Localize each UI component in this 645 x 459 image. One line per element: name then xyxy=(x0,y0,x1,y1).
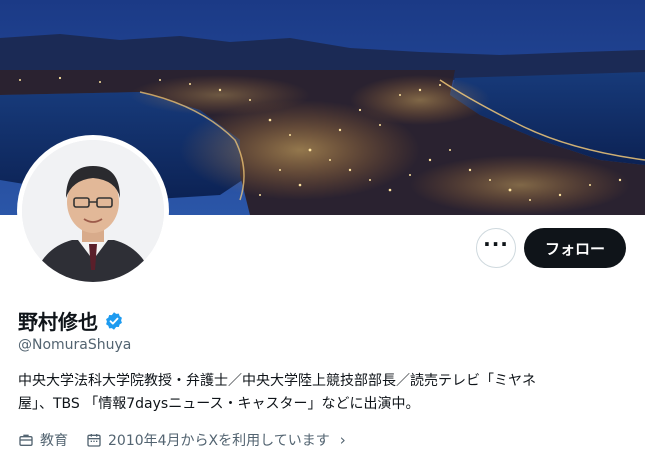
bio-line: 屋」、TBS 「情報7daysニュース・キャスター」などに出演中。 xyxy=(18,396,420,412)
profile-bio: 中央大学法科大学院教授・弁護士／中央大学陸上競技部部長／読売テレビ「ミヤネ 屋」… xyxy=(18,370,630,416)
profile-handle: @NomuraShuya xyxy=(18,337,132,353)
follow-button[interactable]: フォロー xyxy=(524,228,626,268)
category-item: 教育 xyxy=(18,430,68,450)
avatar-portrait-image xyxy=(22,140,164,282)
profile-meta-row: 教育 2010年4月からXを利用しています › xyxy=(18,430,364,450)
calendar-icon xyxy=(87,434,101,447)
display-name: 野村修也 xyxy=(18,310,98,334)
joined-label: 2010年4月からXを利用しています xyxy=(108,433,330,449)
more-options-button[interactable]: ··· xyxy=(476,228,516,268)
profile-name-row: 野村修也 xyxy=(18,306,124,335)
bio-line: 中央大学法科大学院教授・弁護士／中央大学陸上競技部部長／読売テレビ「ミヤネ xyxy=(18,373,536,389)
profile-avatar[interactable] xyxy=(17,135,169,287)
joined-item[interactable]: 2010年4月からXを利用しています › xyxy=(86,430,346,450)
verified-badge-icon[interactable] xyxy=(104,311,124,331)
chevron-right-icon: › xyxy=(339,431,346,449)
briefcase-icon xyxy=(19,434,33,446)
category-label: 教育 xyxy=(40,433,68,449)
more-dots-icon: ··· xyxy=(483,232,509,256)
